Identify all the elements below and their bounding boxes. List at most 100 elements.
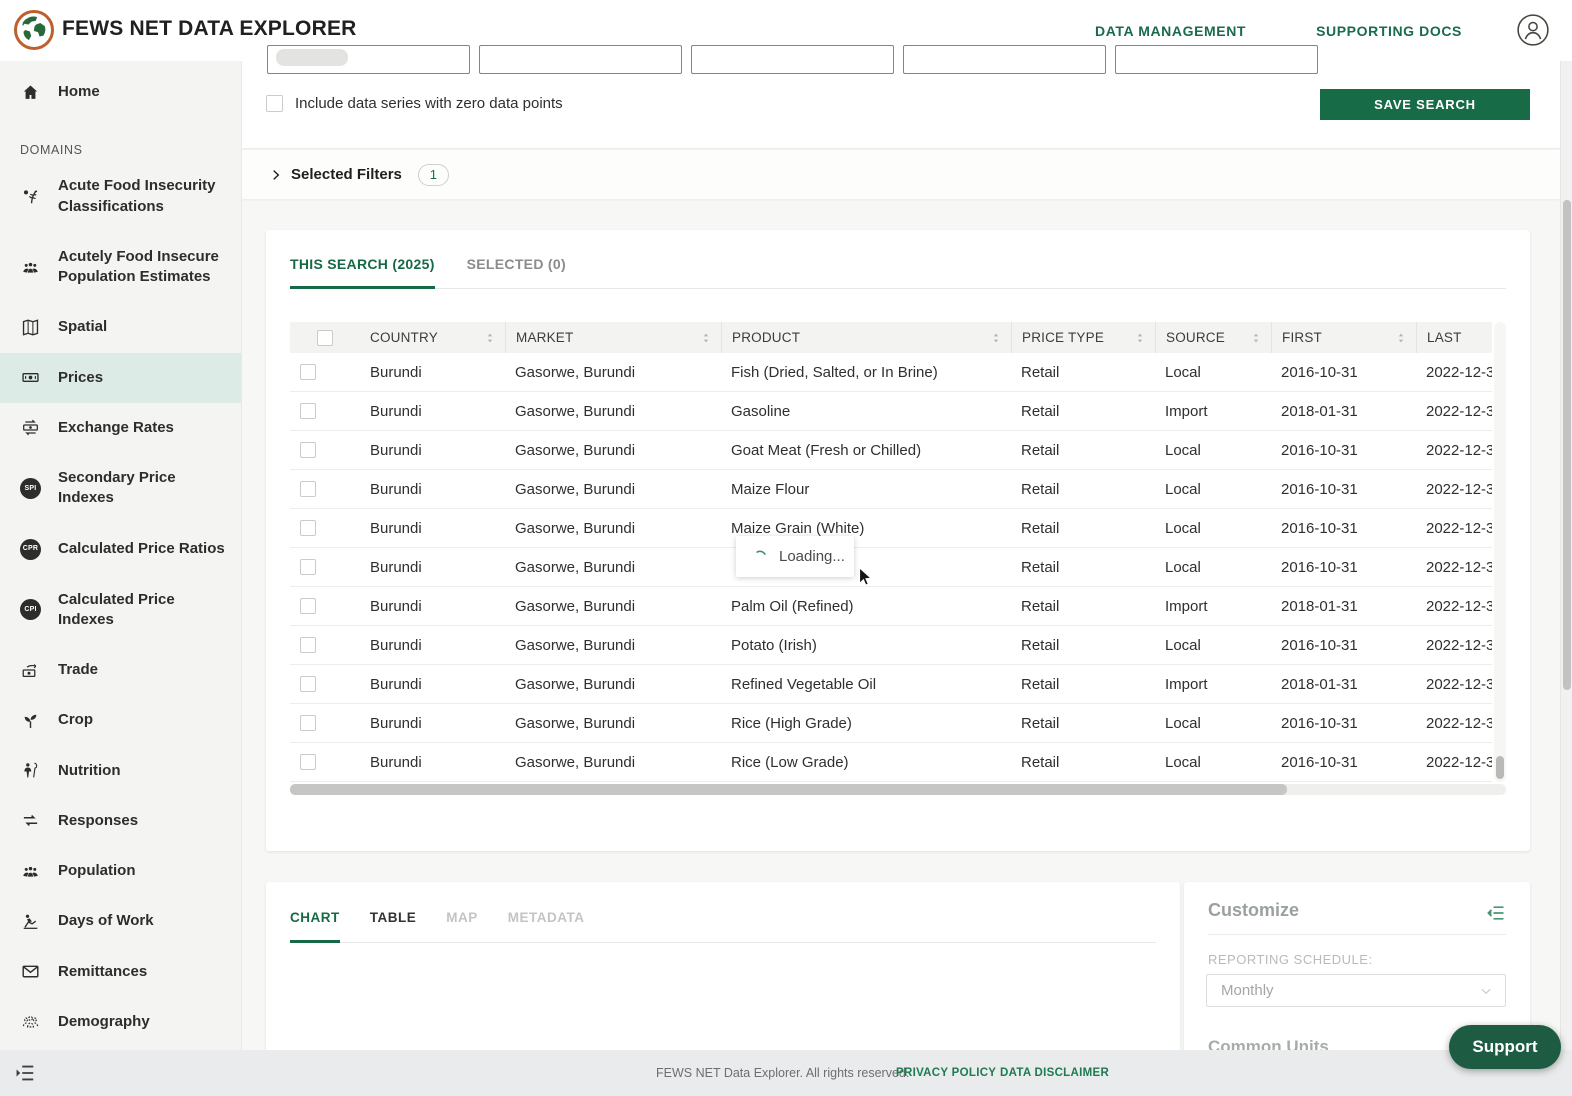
row-checkbox[interactable] [300,715,316,731]
column-header-country[interactable]: COUNTRY [360,322,505,353]
sidebar-item-calculated-price-indexes[interactable]: CPI Calculated Price Indexes [0,575,241,646]
row-checkbox[interactable] [300,364,316,380]
column-header-source[interactable]: SOURCE [1155,322,1271,353]
filter-input[interactable] [479,45,682,74]
envelope-icon [20,962,41,981]
table-row[interactable]: Burundi Gasorwe, Burundi Gasoline Retail… [290,392,1492,431]
sidebar-item-prices[interactable]: Prices [0,353,241,403]
table-row[interactable]: Burundi Gasorwe, Burundi Potato (Irish) … [290,626,1492,665]
column-header-product[interactable]: PRODUCT [721,322,1011,353]
table-row[interactable]: Burundi Gasorwe, Burundi Rice (Low Grade… [290,743,1492,782]
column-header-market[interactable]: MARKET [505,322,721,353]
table-row[interactable]: Burundi Gasorwe, Burundi Maize Flour Ret… [290,470,1492,509]
sidebar-item-secondary-price-indexes[interactable]: SPI Secondary Price Indexes [0,453,241,524]
cpi-badge-icon: CPI [20,599,41,620]
table-vertical-scrollbar[interactable] [1494,322,1506,782]
row-checkbox[interactable] [300,598,316,614]
support-button[interactable]: Support [1449,1025,1561,1069]
cell-market: Gasorwe, Burundi [505,481,721,498]
sidebar-item-population[interactable]: Population [0,846,241,896]
panel-collapse-icon[interactable] [1486,903,1506,923]
sort-icon[interactable] [1133,331,1147,345]
days-of-work-icon [20,912,41,931]
row-checkbox[interactable] [300,676,316,692]
sidebar-item-crop[interactable]: Crop [0,695,241,745]
scrollbar-thumb[interactable] [1496,756,1504,779]
table-row[interactable]: Burundi Gasorwe, Burundi Goat Meat (Fres… [290,431,1492,470]
column-header-price-type[interactable]: PRICE TYPE [1011,322,1155,353]
tab-chart[interactable]: CHART [290,910,340,943]
sidebar-item-exchange-rates[interactable]: Exchange Rates [0,403,241,453]
tab-selected[interactable]: SELECTED (0) [467,256,566,289]
sort-icon[interactable] [1394,331,1408,345]
save-search-button[interactable]: SAVE SEARCH [1320,89,1530,120]
table-row[interactable]: Burundi Gasorwe, Burundi Palm Oil (Refin… [290,587,1492,626]
table-row[interactable]: Burundi Gasorwe, Burundi Maize Grain (Wh… [290,509,1492,548]
reporting-schedule-select[interactable]: Monthly [1206,974,1506,1007]
row-checkbox[interactable] [300,520,316,536]
zero-data-checkbox[interactable] [266,95,283,112]
table-row[interactable]: Burundi Gasorwe, Burundi Retail Local 20… [290,548,1492,587]
row-checkbox[interactable] [300,754,316,770]
filter-input[interactable] [267,45,470,74]
privacy-policy-link[interactable]: PRIVACY POLICY [896,1067,996,1079]
nav-data-management[interactable]: DATA MANAGEMENT [1095,23,1246,39]
cell-market: Gasorwe, Burundi [505,559,721,576]
filter-input[interactable] [691,45,894,74]
data-disclaimer-link[interactable]: DATA DISCLAIMER [1000,1067,1109,1079]
filter-input[interactable] [903,45,1106,74]
sidebar-item-remittances[interactable]: Remittances [0,947,241,997]
sidebar-item-responses[interactable]: Responses [0,796,241,846]
row-checkbox[interactable] [300,442,316,458]
column-header-last[interactable]: LAST [1416,322,1492,353]
tab-table[interactable]: TABLE [370,910,417,943]
sidebar-item-acutely-food-insecure-population-estimates[interactable]: Acutely Food Insecure Population Estimat… [0,232,241,303]
sort-icon[interactable] [1249,331,1263,345]
row-checkbox[interactable] [300,559,316,575]
home-icon [20,83,41,102]
filter-card: Include data series with zero data point… [242,61,1560,148]
sort-icon[interactable] [483,331,497,345]
sidebar-item-trade[interactable]: Trade [0,645,241,695]
scrollbar-thumb[interactable] [1563,200,1571,690]
row-checkbox[interactable] [300,637,316,653]
tab-this-search[interactable]: THIS SEARCH (2025) [290,256,435,289]
sidebar-collapse-icon[interactable] [14,1062,36,1084]
sidebar-item-days-of-work[interactable]: Days of Work [0,896,241,946]
cell-last: 2022-12-31 [1416,559,1492,576]
spinner-icon [752,549,768,565]
sidebar-item-spatial[interactable]: Spatial [0,302,241,352]
cell-first: 2018-01-31 [1271,676,1416,693]
cell-country: Burundi [360,715,505,732]
row-checkbox[interactable] [300,403,316,419]
table-horizontal-scrollbar[interactable] [290,784,1506,795]
table-row[interactable]: Burundi Gasorwe, Burundi Rice (High Grad… [290,704,1492,743]
sort-icon[interactable] [989,331,1003,345]
sidebar-item-calculated-price-ratios[interactable]: CPR Calculated Price Ratios [0,524,241,575]
cell-last: 2022-12-31 [1416,754,1492,771]
sidebar-item-home[interactable]: Home [0,67,241,117]
nav-supporting-docs[interactable]: SUPPORTING DOCS [1316,23,1462,39]
page-vertical-scrollbar[interactable] [1560,61,1572,1096]
sidebar-item-acute-food-insecurity-classifications[interactable]: Acute Food Insecurity Classifications [0,161,241,232]
cell-market: Gasorwe, Burundi [505,520,721,537]
sort-icon[interactable] [699,331,713,345]
scrollbar-thumb[interactable] [290,784,1287,795]
row-checkbox[interactable] [300,481,316,497]
user-avatar-icon[interactable] [1516,13,1550,47]
cell-last: 2022-12-31 [1416,637,1492,654]
cell-first: 2018-01-31 [1271,403,1416,420]
table-row[interactable]: Burundi Gasorwe, Burundi Refined Vegetab… [290,665,1492,704]
population-icon [20,862,41,881]
table-row[interactable]: Burundi Gasorwe, Burundi Fish (Dried, Sa… [290,353,1492,392]
tab-map: MAP [446,910,478,943]
zero-data-row: Include data series with zero data point… [266,95,563,112]
filter-input[interactable] [1115,45,1318,74]
sidebar-item-nutrition[interactable]: Nutrition [0,746,241,796]
cell-first: 2016-10-31 [1271,481,1416,498]
sidebar-item-demography[interactable]: Demography [0,997,241,1047]
cell-product: Goat Meat (Fresh or Chilled) [721,442,1011,459]
selected-filters-bar[interactable]: Selected Filters 1 [242,150,1560,199]
select-all-checkbox[interactable] [317,330,333,346]
column-header-first[interactable]: FIRST [1271,322,1416,353]
